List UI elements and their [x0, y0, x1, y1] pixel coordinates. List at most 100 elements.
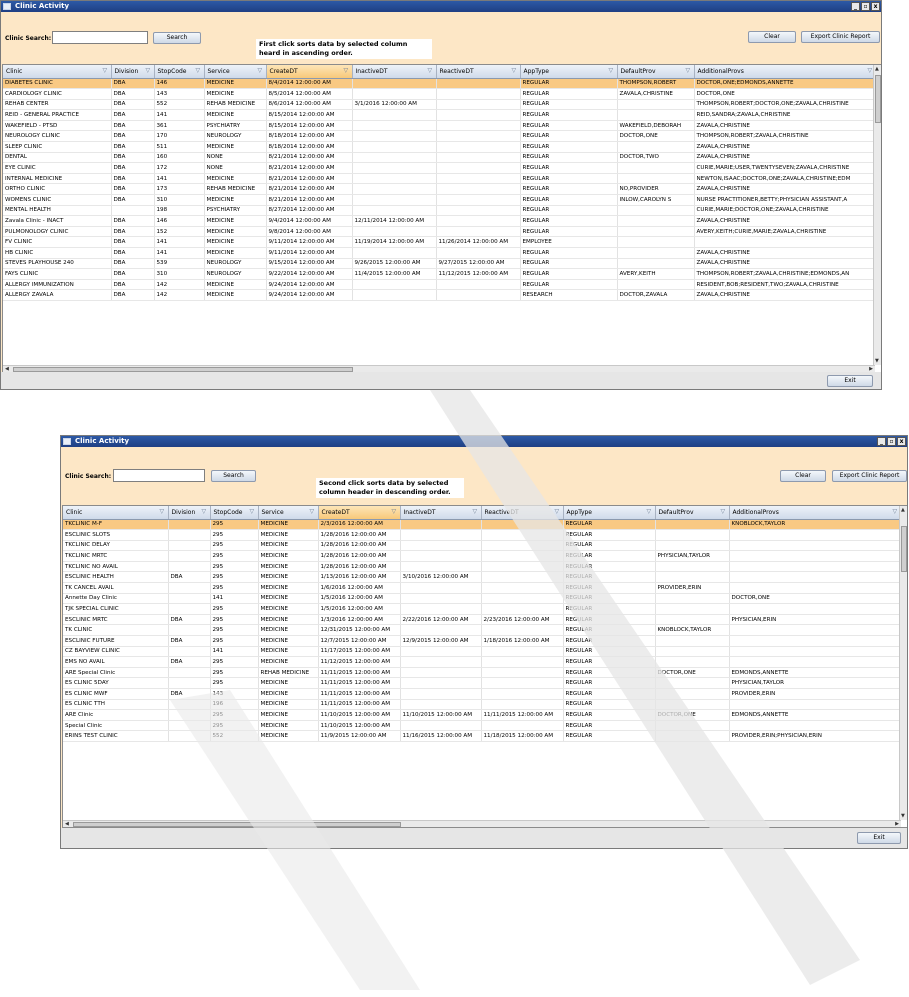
table-row[interactable]: EYE CLINIC DBA 172 NONE 8/21/2014 12:00:00 A… [3, 162, 877, 174]
search-button[interactable]: Search [211, 470, 256, 482]
export-clinic-report-button[interactable]: Export Clinic Report [801, 31, 880, 43]
clear-button[interactable]: Clear [748, 31, 796, 43]
table-row[interactable]: TKCLINIC M-F 295 MEDICINE 2/3/2016 12:00:00… [63, 519, 902, 531]
table-row[interactable]: ESCLINIC MRTC DBA 295 MEDICINE 1/3/2016 12:0… [63, 614, 902, 626]
column-header-reactivedt[interactable]: ReactiveDT ▽ [436, 65, 521, 79]
filter-icon[interactable]: ▽ [310, 509, 316, 515]
filter-icon[interactable]: ▽ [146, 68, 152, 74]
table-row[interactable]: FV CLINIC DBA 141 MEDICINE 9/11/2014 12:00:0… [3, 236, 877, 248]
table-row[interactable]: ARE Special Clinic 295 REHAB MEDICINE 11/11… [63, 667, 902, 679]
filter-icon[interactable]: ▽ [512, 68, 518, 74]
table-row[interactable]: DIABETES CLINIC DBA 146 MEDICINE 8/4/2014 12… [3, 78, 877, 90]
search-button[interactable]: Search [153, 32, 201, 44]
filter-icon[interactable]: ▽ [893, 509, 899, 515]
scroll-thumb[interactable] [901, 526, 907, 572]
table-row[interactable]: Zavala Clinic - INACT DBA 146 MEDICINE 9/4/2… [3, 215, 877, 227]
filter-icon[interactable]: ▽ [392, 509, 398, 515]
column-header-defaultprov[interactable]: DefaultProv ▽ [655, 506, 730, 520]
close-button[interactable]: x [897, 437, 906, 446]
column-header-defaultprov[interactable]: DefaultProv ▽ [617, 65, 695, 79]
table-row[interactable]: HB CLINIC DBA 141 MEDICINE 9/11/2014 12:00:0… [3, 247, 877, 259]
table-row[interactable]: ALLERGY ZAVALA DBA 142 MEDICINE 9/24/2014 12… [3, 289, 877, 301]
horizontal-scrollbar[interactable]: ◀ ▶ [63, 820, 901, 827]
table-row[interactable]: ES CLINIC MWF DBA 143 MEDICINE 11/11/2015 12… [63, 688, 902, 700]
table-row[interactable]: ERINS TEST CLINIC 552 MEDICINE 11/9/2015 12… [63, 730, 902, 742]
filter-icon[interactable]: ▽ [721, 509, 727, 515]
filter-icon[interactable]: ▽ [647, 509, 653, 515]
scroll-up-arrow[interactable]: ▲ [901, 507, 905, 513]
column-header-stopcode[interactable]: StopCode ▽ [154, 65, 205, 79]
table-row[interactable]: ALLERGY IMMUNIZATION DBA 142 MEDICINE 9/24/2… [3, 279, 877, 291]
table-row[interactable]: CZ BAYVIEW CLINIC 141 MEDICINE 11/17/2015 1… [63, 646, 902, 658]
filter-icon[interactable]: ▽ [250, 509, 256, 515]
export-clinic-report-button[interactable]: Export Clinic Report [832, 470, 907, 482]
table-row[interactable]: TKCLINIC MRTC 295 MEDICINE 1/28/2016 12:00:… [63, 550, 902, 562]
exit-button[interactable]: Exit [827, 375, 873, 387]
column-header-additionalprovs[interactable]: AdditionalProvs ▽ [694, 65, 877, 79]
filter-icon[interactable]: ▽ [686, 68, 692, 74]
column-header-inactivedt[interactable]: InactiveDT ▽ [400, 506, 482, 520]
table-row[interactable]: WOMENS CLINIC DBA 310 MEDICINE 8/21/2014 12:… [3, 194, 877, 206]
table-row[interactable]: STEVES PLAYHOUSE 240 DBA 539 NEUROLOGY 9/15/… [3, 258, 877, 270]
close-button[interactable]: x [871, 2, 880, 11]
scroll-thumb[interactable] [875, 75, 881, 123]
column-header-inactivedt[interactable]: InactiveDT ▽ [352, 65, 437, 79]
scroll-left-arrow[interactable]: ◀ [65, 821, 69, 827]
filter-icon[interactable]: ▽ [160, 509, 166, 515]
filter-icon[interactable]: ▽ [258, 68, 264, 74]
vertical-scrollbar[interactable]: ▲ ▼ [899, 506, 907, 820]
table-row[interactable]: ORTHO CLINIC DBA 173 REHAB MEDICINE 8/21/201… [3, 183, 877, 196]
table-row[interactable]: REID - GENERAL PRACTICE DBA 141 MEDICINE 8/1… [3, 109, 877, 121]
table-row[interactable]: PULMONOLOGY CLINIC DBA 152 MEDICINE 9/8/2014… [3, 226, 877, 238]
table-row[interactable]: TJK SPECIAL CLINIC 295 MEDICINE 1/5/2016 12… [63, 603, 902, 615]
column-header-reactivedt[interactable]: ReactiveDT ▽ [481, 506, 564, 520]
minimize-button[interactable]: _ [851, 2, 860, 11]
filter-icon[interactable]: ▽ [473, 509, 479, 515]
table-row[interactable]: MENTAL HEALTH 198 PSYCHIATRY 8/27/2014 12:0… [3, 205, 877, 217]
clinic-search-input[interactable] [52, 31, 148, 44]
filter-icon[interactable]: ▽ [103, 68, 109, 74]
filter-icon[interactable]: ▽ [428, 68, 434, 74]
filter-icon[interactable]: ▽ [202, 509, 208, 515]
column-header-division[interactable]: Division ▽ [168, 506, 211, 520]
table-row[interactable]: SLEEP CLINIC DBA 511 MEDICINE 8/18/2014 12:0… [3, 141, 877, 153]
scroll-right-arrow[interactable]: ▶ [895, 821, 899, 827]
table-row[interactable]: NEUROLOGY CLINIC DBA 170 NEUROLOGY 8/18/2014… [3, 130, 877, 143]
vertical-scrollbar[interactable]: ▲ ▼ [873, 65, 881, 365]
column-header-additionalprovs[interactable]: AdditionalProvs ▽ [729, 506, 902, 520]
table-row[interactable]: ESCLINIC SLOTS 295 MEDICINE 1/28/2016 12:00… [63, 529, 902, 541]
table-row[interactable]: REHAB CENTER DBA 552 REHAB MEDICINE 8/6/2014… [3, 99, 877, 111]
column-header-createdt[interactable]: ˄ CreateDT ▽ [266, 65, 353, 79]
column-header-apptype[interactable]: AppType ▽ [563, 506, 656, 520]
table-row[interactable]: EMS NO AVAIL DBA 295 MEDICINE 11/12/2015 12:… [63, 656, 902, 668]
column-header-division[interactable]: Division ▽ [111, 65, 155, 79]
maximize-button[interactable]: ▫ [887, 437, 896, 446]
table-row[interactable]: CARDIOLOGY CLINIC DBA 143 MEDICINE 8/5/2014 … [3, 88, 877, 100]
table-row[interactable]: TK CLINIC 295 MEDICINE 12/31/2015 12:00:00 … [63, 624, 902, 637]
column-header-clinic[interactable]: Clinic ▽ [63, 506, 169, 520]
table-row[interactable]: Annette Day Clinic 141 MEDICINE 1/5/2016 12… [63, 593, 902, 605]
column-header-service[interactable]: Service ▽ [258, 506, 319, 520]
table-row[interactable]: TKCLINIC NO AVAIL 295 MEDICINE 1/28/2016 12… [63, 561, 902, 573]
exit-button[interactable]: Exit [857, 832, 901, 844]
horizontal-scrollbar[interactable]: ◀ ▶ [3, 365, 875, 372]
column-header-stopcode[interactable]: StopCode ▽ [210, 506, 259, 520]
scroll-down-arrow[interactable]: ▼ [875, 358, 879, 364]
table-row[interactable]: ESCLINIC HEALTH DBA 295 MEDICINE 1/13/2016 1… [63, 571, 902, 584]
scroll-down-arrow[interactable]: ▼ [901, 813, 905, 819]
minimize-button[interactable]: _ [877, 437, 886, 446]
maximize-button[interactable]: ▫ [861, 2, 870, 11]
table-row[interactable]: DENTAL DBA 160 NONE 8/21/2014 12:00:00 AM REG… [3, 152, 877, 164]
filter-icon[interactable]: ▽ [344, 68, 350, 74]
column-header-service[interactable]: Service ▽ [204, 65, 267, 79]
table-row[interactable]: FAYS CLINIC DBA 310 NEUROLOGY 9/22/2014 12:0… [3, 268, 877, 280]
table-row[interactable]: INTERNAL MEDICINE DBA 141 MEDICINE 8/21/2014… [3, 173, 877, 185]
scroll-up-arrow[interactable]: ▲ [875, 66, 879, 72]
table-row[interactable]: Special Clinic 295 MEDICINE 11/10/2015 12:0… [63, 720, 902, 732]
filter-icon[interactable]: ▽ [196, 68, 202, 74]
hscroll-thumb[interactable] [73, 822, 401, 827]
filter-icon[interactable]: ▽ [555, 509, 561, 515]
table-row[interactable]: WAKEFIELD - PTSD DBA 361 PSYCHIATRY 8/15/201… [3, 120, 877, 132]
table-row[interactable]: ESCLINIC FUTURE DBA 295 MEDICINE 12/7/2015 1… [63, 635, 902, 647]
table-row[interactable]: ARE Clinic 295 MEDICINE 11/10/2015 12:00:00… [63, 709, 902, 721]
